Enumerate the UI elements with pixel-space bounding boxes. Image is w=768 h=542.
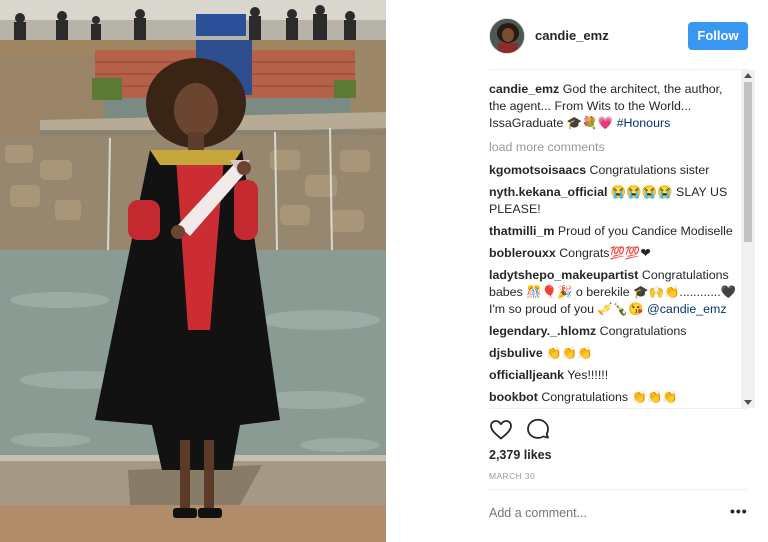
comment-item: ladytshepo_makeupartist Congratulations … (489, 267, 741, 318)
avatar[interactable] (489, 18, 525, 54)
comment-item: officialljeank Yes!!!!!! (489, 367, 741, 384)
comment-username[interactable]: officialljeank (489, 368, 564, 382)
comment-item: nyth.kekana_official 😭😭😭😭 SLAY US PLEASE… (489, 184, 741, 218)
follow-button[interactable]: Follow (688, 22, 748, 50)
divider (489, 408, 747, 409)
more-options-icon[interactable]: ••• (730, 503, 748, 519)
graduation-photo (0, 0, 386, 542)
comment-item: djsbulive 👏👏👏 (489, 345, 741, 362)
heart-icon[interactable] (489, 418, 513, 442)
caption-hashtag[interactable]: #Honours (617, 116, 671, 130)
comments-section[interactable]: candie_emz God the architect, the author… (489, 70, 755, 408)
comment-username[interactable]: ladytshepo_makeupartist (489, 268, 638, 282)
comments-list: candie_emz God the architect, the author… (489, 81, 741, 408)
post-photo[interactable] (0, 0, 386, 542)
comment-text: Congratulations 👏👏👏 (537, 390, 678, 404)
comment-username[interactable]: thatmilli_m (489, 224, 554, 238)
post-username[interactable]: candie_emz (535, 28, 609, 43)
add-comment-input[interactable] (489, 506, 709, 520)
comment-mention[interactable]: @candie_emz (647, 302, 726, 316)
comment-text: 👏👏👏 (542, 346, 593, 360)
avatar-image (490, 19, 524, 53)
post-header: candie_emz Follow (386, 0, 768, 70)
scroll-thumb[interactable] (744, 82, 752, 242)
comment-username[interactable]: legendary._.hlomz (489, 324, 596, 338)
post-details-panel: candie_emz Follow candie_emz God the arc… (386, 0, 768, 542)
divider (489, 489, 747, 490)
post-date: MARCH 30 (489, 471, 536, 481)
comment-item: legendary._.hlomz Congratulations (489, 323, 741, 340)
caption-username[interactable]: candie_emz (489, 82, 559, 96)
comment-item: bookbot Congratulations 👏👏👏 (489, 389, 741, 406)
comment-item: kgomotsoisaacs Congratulations sister (489, 162, 741, 179)
post-caption: candie_emz God the architect, the author… (489, 81, 741, 132)
comment-username[interactable]: nyth.kekana_official (489, 185, 607, 199)
load-more-comments-link[interactable]: load more comments (489, 139, 741, 156)
comment-text: Congrats💯💯❤ (555, 246, 651, 260)
comment-text: Congratulations (596, 324, 687, 338)
comment-username[interactable]: bookbot (489, 390, 538, 404)
comment-bubble-icon[interactable] (526, 418, 550, 442)
comment-item: thatmilli_m Proud of you Candice Modisel… (489, 223, 741, 240)
comment-text: Proud of you Candice Modiselle (554, 224, 733, 238)
comment-username[interactable]: djsbulive (489, 346, 543, 360)
comment-username[interactable]: boblerouxx (489, 246, 556, 260)
comment-text: Congratulations sister (586, 163, 710, 177)
scroll-down-arrow-icon[interactable] (744, 400, 752, 405)
scroll-up-arrow-icon[interactable] (744, 73, 752, 78)
comments-scrollbar[interactable] (741, 70, 755, 408)
like-count[interactable]: 2,379 likes (489, 448, 552, 462)
comment-item: boblerouxx Congrats💯💯❤ (489, 245, 741, 262)
comment-username[interactable]: kgomotsoisaacs (489, 163, 586, 177)
comment-text: Yes!!!!!! (564, 368, 609, 382)
